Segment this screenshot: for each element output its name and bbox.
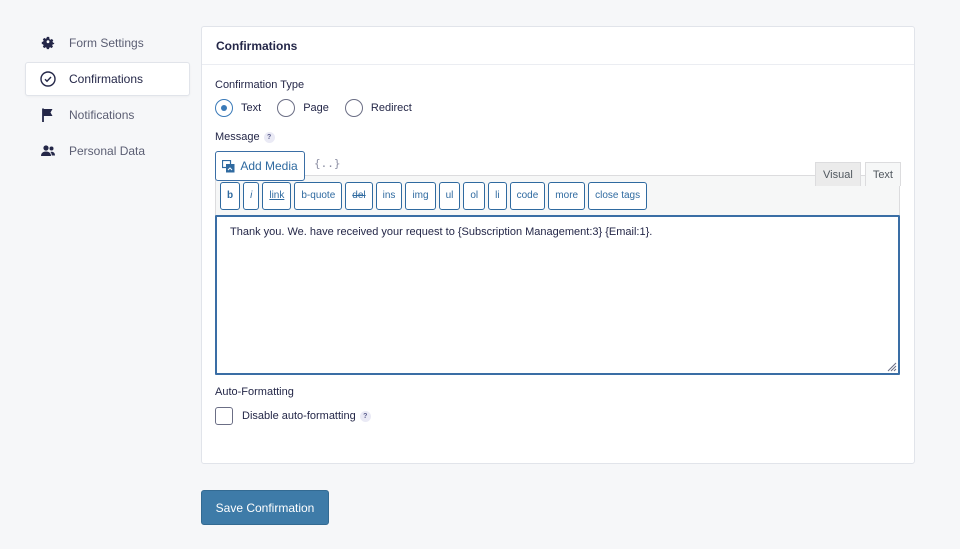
resize-handle-icon[interactable] bbox=[885, 360, 897, 372]
qt-code-button[interactable]: code bbox=[509, 181, 546, 210]
sidebar-item-form-settings[interactable]: Form Settings bbox=[25, 26, 190, 60]
media-icon bbox=[222, 159, 235, 172]
auto-formatting-label: Auto-Formatting bbox=[215, 386, 294, 398]
check-circle-icon bbox=[39, 70, 57, 88]
qt-li-button[interactable]: li bbox=[488, 181, 507, 210]
add-media-label: Add Media bbox=[240, 159, 298, 173]
qt-ul-button[interactable]: ul bbox=[438, 181, 461, 210]
message-textarea[interactable]: Thank you. We. have received your reques… bbox=[215, 215, 900, 375]
message-label: Message bbox=[215, 131, 260, 143]
add-media-button[interactable]: Add Media bbox=[215, 151, 305, 181]
sidebar-item-personal-data[interactable]: Personal Data bbox=[25, 134, 190, 168]
message-content: Thank you. We. have received your reques… bbox=[230, 226, 653, 238]
radio-circle[interactable] bbox=[215, 99, 233, 117]
quicktags-toolbar: b i link b-quote del ins img ul ol li co… bbox=[215, 175, 900, 215]
radio-page[interactable]: Page bbox=[277, 99, 329, 117]
gear-icon bbox=[39, 34, 57, 52]
flag-icon bbox=[39, 106, 57, 124]
qt-link-button[interactable]: link bbox=[262, 181, 292, 210]
tab-text[interactable]: Text bbox=[864, 162, 901, 186]
radio-redirect[interactable]: Redirect bbox=[344, 99, 412, 117]
confirmation-type-label: Confirmation Type bbox=[215, 79, 305, 91]
qt-del-button[interactable]: del bbox=[345, 181, 373, 210]
help-icon[interactable]: ? bbox=[263, 131, 275, 143]
confirmation-panel: Confirmations Confirmation Type Text Pag… bbox=[201, 26, 915, 464]
settings-sidebar: Form Settings Confirmations Notification… bbox=[25, 26, 190, 170]
disable-auto-formatting-checkbox[interactable] bbox=[215, 407, 233, 425]
qt-close-tags-button[interactable]: close tags bbox=[588, 181, 648, 210]
radio-label: Redirect bbox=[370, 102, 412, 114]
sidebar-item-label: Form Settings bbox=[69, 36, 144, 50]
help-icon[interactable]: ? bbox=[359, 410, 371, 422]
message-label-row: Message ? bbox=[215, 131, 901, 143]
sidebar-item-notifications[interactable]: Notifications bbox=[25, 98, 190, 132]
checkbox-label: Disable auto-formatting bbox=[242, 410, 356, 422]
qt-more-button[interactable]: more bbox=[548, 181, 586, 210]
confirmation-type-radios: Text Page Redirect bbox=[215, 99, 901, 117]
qt-italic-button[interactable]: i bbox=[243, 181, 260, 210]
qt-bold-button[interactable]: b bbox=[220, 181, 241, 210]
qt-bquote-button[interactable]: b-quote bbox=[294, 181, 343, 210]
editor-top-row: Add Media {..} Visual Text bbox=[215, 151, 901, 186]
auto-formatting-row: Disable auto-formatting ? bbox=[215, 407, 901, 425]
merge-tag-button[interactable]: {..} bbox=[314, 157, 341, 170]
qt-img-button[interactable]: img bbox=[405, 181, 436, 210]
tab-visual[interactable]: Visual bbox=[815, 162, 861, 186]
radio-label: Page bbox=[303, 102, 329, 114]
users-icon bbox=[39, 142, 57, 160]
sidebar-item-label: Notifications bbox=[69, 108, 135, 122]
panel-title: Confirmations bbox=[202, 27, 914, 65]
editor-tabs: Visual Text bbox=[811, 162, 901, 186]
sidebar-item-label: Confirmations bbox=[69, 72, 144, 86]
save-confirmation-button[interactable]: Save Confirmation bbox=[201, 490, 329, 525]
qt-ins-button[interactable]: ins bbox=[375, 181, 403, 210]
radio-circle[interactable] bbox=[344, 99, 363, 117]
qt-ol-button[interactable]: ol bbox=[463, 181, 486, 210]
sidebar-item-confirmations[interactable]: Confirmations bbox=[25, 62, 190, 96]
sidebar-item-label: Personal Data bbox=[69, 144, 146, 158]
radio-circle[interactable] bbox=[277, 99, 296, 117]
radio-text[interactable]: Text bbox=[215, 99, 261, 117]
radio-label: Text bbox=[241, 102, 262, 114]
